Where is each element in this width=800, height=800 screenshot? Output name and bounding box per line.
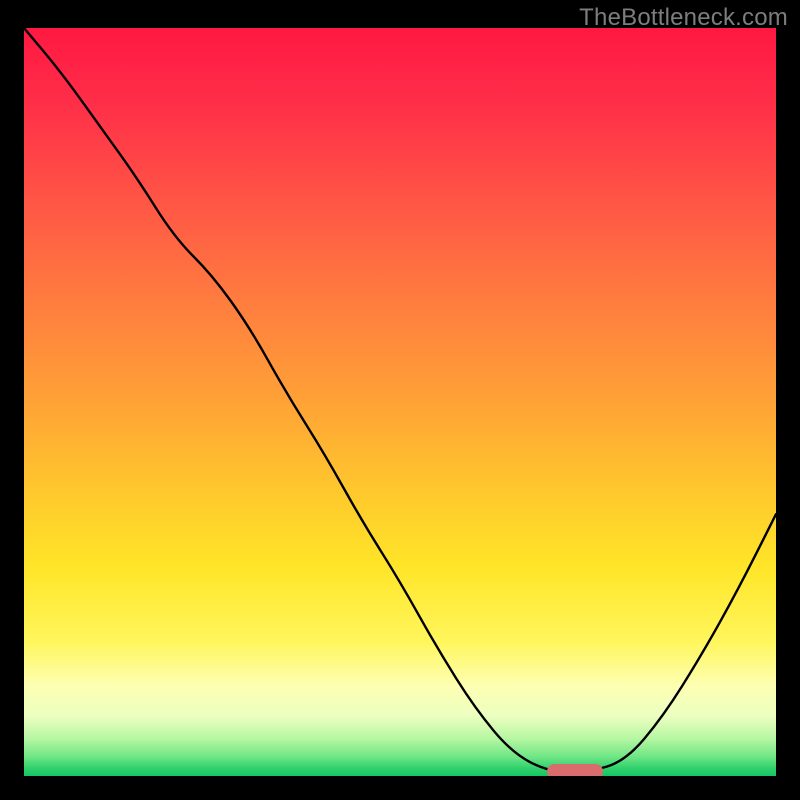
plot-area <box>24 28 776 776</box>
chart-frame: TheBottleneck.com <box>0 0 800 800</box>
curve-path <box>24 28 776 772</box>
optimum-marker <box>547 764 603 776</box>
bottleneck-curve <box>24 28 776 776</box>
watermark-text: TheBottleneck.com <box>579 4 788 32</box>
